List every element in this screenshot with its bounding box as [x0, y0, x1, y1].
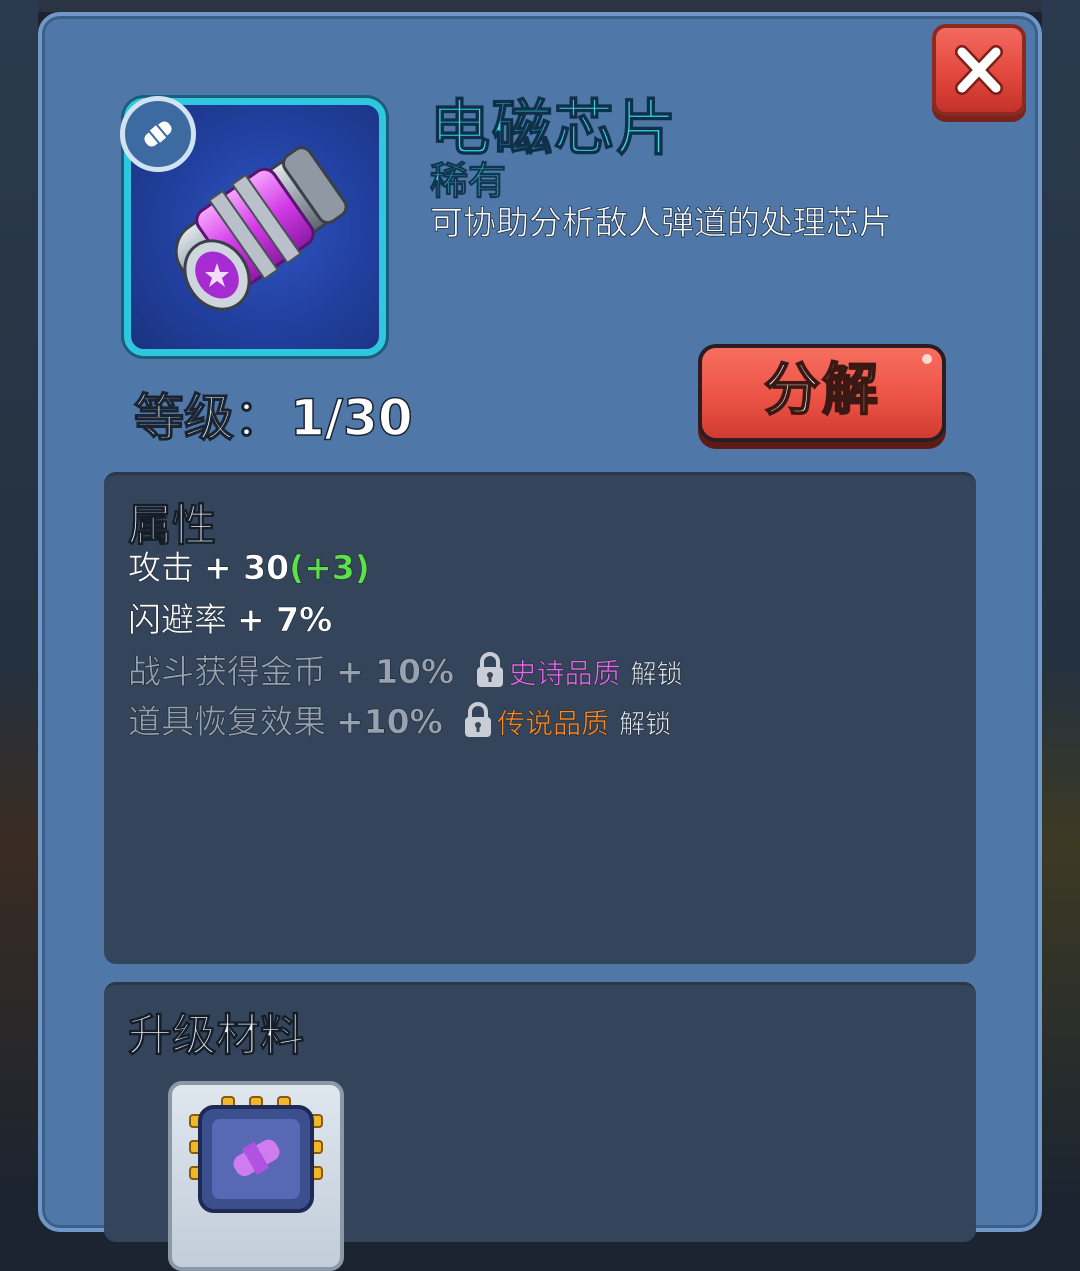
level-display: 等级： 1/30: [133, 378, 413, 448]
close-icon: [955, 45, 1003, 95]
background-right: [1042, 0, 1080, 1204]
unlock-quality: 传说品质: [497, 707, 610, 741]
attribute-bonus: (+3): [289, 548, 370, 588]
item-rarity: 稀有: [429, 159, 507, 204]
materials-title: 升级材料: [128, 1010, 305, 1062]
item-description: 可协助分析敌人弹道的处理芯片: [430, 203, 893, 242]
chip-material-icon: [189, 1096, 323, 1213]
attribute-name: 战斗获得金币: [128, 652, 327, 692]
attribute-name: 攻击: [128, 548, 195, 588]
attribute-value: +10%: [336, 702, 443, 742]
close-button[interactable]: [932, 24, 1026, 116]
attribute-row-dodge: 闪避率 + 7%: [128, 593, 333, 641]
attribute-name: 闪避率: [128, 600, 228, 640]
unlock-text: 解锁: [619, 710, 672, 741]
attribute-value: + 7%: [237, 600, 333, 640]
attribute-value: + 30: [204, 548, 290, 588]
materials-section: 升级材料: [104, 982, 976, 1271]
lock-icon: [476, 652, 503, 687]
attribute-row-gold-locked: 战斗获得金币 + 10% 史诗品质 解锁: [128, 645, 683, 693]
capsule-badge-icon: [120, 96, 196, 172]
unlock-quality: 史诗品质: [508, 657, 621, 691]
attributes-section: 属性 攻击 + 30(+3) 闪避率 + 7% 战斗获得金币 + 10% 史诗品质 解锁…: [104, 472, 976, 964]
material-slot[interactable]: [168, 1081, 344, 1271]
decompose-button[interactable]: 分解: [698, 344, 946, 442]
decompose-button-label: 分解: [763, 357, 880, 424]
level-value: 1/30: [289, 388, 413, 448]
background-left: [0, 0, 38, 1204]
button-shine: [922, 354, 932, 364]
attribute-row-attack: 攻击 + 30(+3): [128, 541, 370, 589]
attribute-row-recovery-locked: 道具恢复效果 +10% 传说品质 解锁: [128, 695, 672, 743]
attribute-value: + 10%: [336, 652, 455, 692]
level-label: 等级：: [133, 388, 285, 448]
unlock-text: 解锁: [630, 660, 683, 691]
lock-icon: [465, 702, 492, 737]
attribute-name: 道具恢复效果: [128, 702, 327, 742]
background-top: [0, 0, 1080, 12]
